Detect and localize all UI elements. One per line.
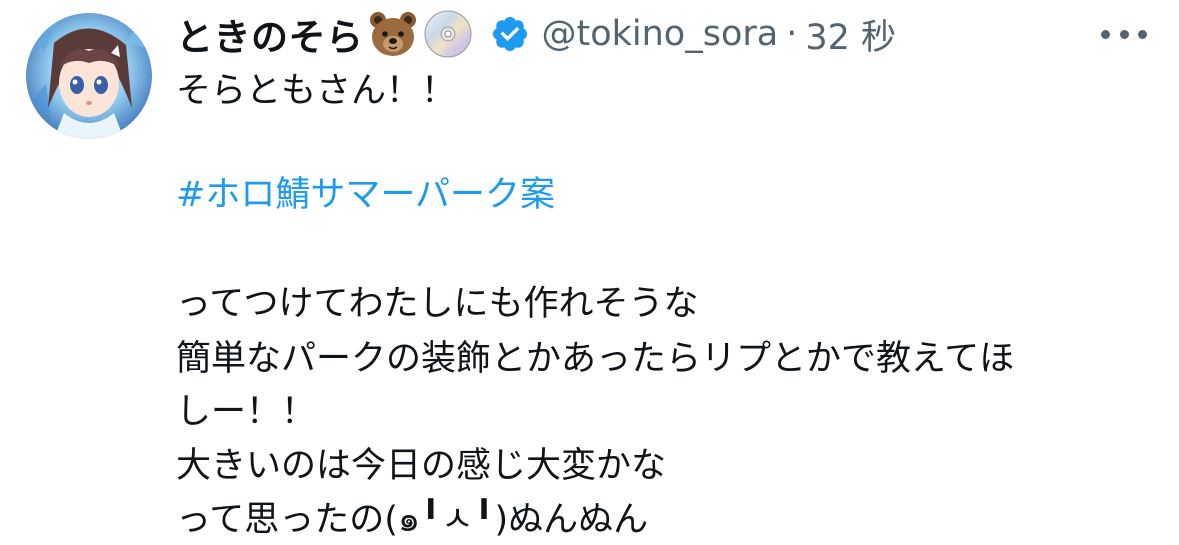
separator-dot: · bbox=[786, 14, 798, 54]
tweet-text-line: ってつけてわたしにも作れそうな bbox=[176, 284, 699, 324]
tweet-text-line: って思ったの(๑╹ㅅ╹)ぬんぬん bbox=[176, 500, 649, 540]
more-dot bbox=[1101, 29, 1110, 39]
more-options-icon[interactable] bbox=[1101, 24, 1147, 44]
more-dot bbox=[1119, 29, 1129, 39]
hashtag-link[interactable]: #ホロ鯖サマーパーク案 bbox=[176, 175, 555, 215]
more-dot bbox=[1138, 29, 1147, 39]
tweet-header: ときのそら @tokino_sora · 32 秒 bbox=[176, 6, 896, 62]
user-handle[interactable]: @tokino_sora bbox=[542, 14, 779, 54]
tweet-text-line: しー！！ bbox=[176, 392, 317, 432]
optical-disc-emoji bbox=[422, 8, 474, 60]
avatar[interactable] bbox=[26, 13, 152, 139]
tweet-text-line: 大きいのは今日の感じ大変かな bbox=[176, 446, 667, 486]
verified-badge-icon bbox=[490, 14, 530, 54]
tweet-text-line: 簡単なパークの装飾とかあったらリプとかで教えてほ bbox=[176, 339, 1015, 379]
tweet-text-line: そらともさん！！ bbox=[176, 71, 457, 111]
tweet: ときのそら @tokino_sora · 32 秒 そらともさん！！ #ホロ鯖サ… bbox=[0, 0, 1179, 545]
display-name[interactable]: ときのそら bbox=[176, 7, 364, 61]
bear-face-emoji bbox=[367, 8, 419, 60]
timestamp[interactable]: 32 秒 bbox=[805, 9, 896, 60]
